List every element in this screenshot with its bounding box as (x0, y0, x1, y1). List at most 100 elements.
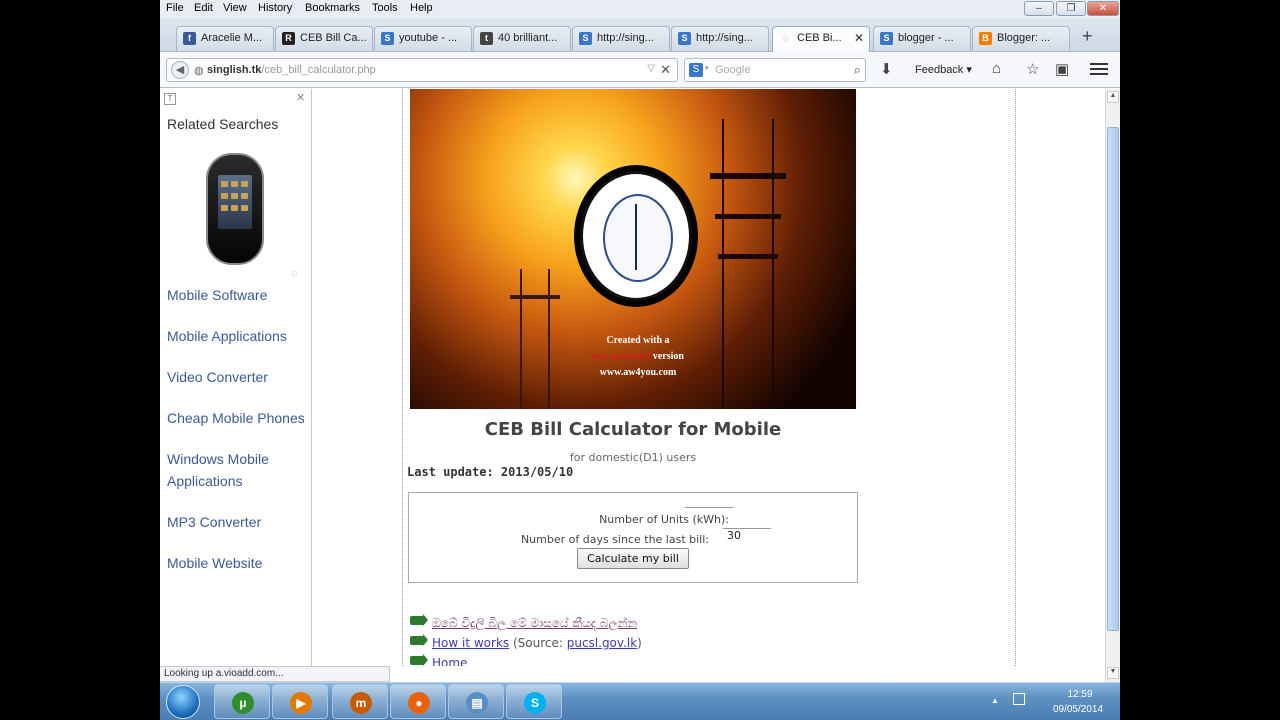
maximize-button[interactable]: ❐ (1056, 1, 1086, 16)
pylon-left (520, 269, 550, 409)
tab-40-brilliant[interactable]: t 40 brilliant... (473, 26, 571, 51)
green-arrow-icon (410, 654, 428, 666)
ceb-logo (580, 171, 692, 301)
blogger-icon: B (979, 32, 992, 45)
skype-icon: S (524, 692, 546, 714)
s-site-icon: S (880, 32, 893, 45)
close-tab-icon[interactable]: ✕ (854, 31, 864, 45)
sidebar-close-icon[interactable]: ✕ (296, 91, 305, 104)
sidebar-panel: T ✕ Related Searches □ Mobile Software M… (160, 89, 312, 666)
scroll-thumb[interactable] (1107, 127, 1119, 631)
menu-bookmarks[interactable]: Bookmarks (305, 2, 360, 14)
url-domain: singlish.tk (207, 64, 262, 76)
menu-history[interactable]: History (258, 2, 292, 14)
loading-icon: ◌ (782, 33, 789, 43)
sidebar-link-mp3-converter[interactable]: MP3 Converter (167, 511, 307, 533)
clipboard-icon[interactable]: ▣ (1055, 60, 1069, 78)
tab-blogger[interactable]: B Blogger: ... (972, 26, 1070, 51)
start-button[interactable] (166, 685, 200, 719)
sidebar-heading: Related Searches (167, 116, 279, 132)
clock-time[interactable]: 12:59 (1055, 689, 1105, 700)
media-app-icon: m (350, 692, 372, 714)
tab-http-sing-1[interactable]: S http://sing... (572, 26, 670, 51)
s-site-icon: S (579, 32, 592, 45)
days-row: Number of days since the last bill: (521, 533, 715, 546)
tab-label: http://sing... (696, 32, 753, 44)
tab-bar: f Aracelie M... R CEB Bill Ca... S youtu… (160, 18, 1120, 52)
menu-file[interactable]: File (166, 2, 184, 14)
menu-edit[interactable]: Edit (194, 2, 213, 14)
pucsl-link[interactable]: pucsl.gov.lk (567, 636, 637, 650)
site-identity-icon[interactable]: ◍ (194, 64, 204, 77)
taskbar-app-utorrent[interactable]: µ (214, 684, 270, 719)
menu-view[interactable]: View (223, 2, 247, 14)
search-bar[interactable]: S ▾ Google ⌕ (684, 58, 866, 82)
back-arrow-icon[interactable]: ◀ (171, 61, 189, 79)
units-input[interactable] (685, 507, 733, 523)
taskbar-app-firefox[interactable]: ● (390, 684, 446, 719)
sidebar-link-video-converter[interactable]: Video Converter (167, 366, 307, 388)
tab-ceb-bi-active[interactable]: ◌ CEB Bi... ✕ (772, 26, 870, 52)
list-item: ඔබේ විදුලි බිල මේ මාසයේ කීයද බලන්න (410, 614, 642, 635)
page-title: CEB Bill Calculator for Mobile (484, 419, 782, 440)
tab-label: http://sing... (597, 32, 654, 44)
days-label: Number of days since the last bill: (520, 533, 709, 546)
minimize-button[interactable]: – (1024, 1, 1054, 16)
tab-blogger-search[interactable]: S blogger - ... (873, 26, 971, 51)
page-content: Created with a non-activated version www… (312, 89, 1105, 666)
menu-tools[interactable]: Tools (372, 2, 398, 14)
s-site-icon: S (678, 32, 691, 45)
scroll-down-arrow-icon[interactable]: ▼ (1107, 667, 1119, 679)
system-tray: ▲ 12:59 09/05/2014 (985, 687, 1120, 717)
close-window-button[interactable]: ✕ (1087, 1, 1119, 16)
clock-date[interactable]: 09/05/2014 (1043, 704, 1113, 715)
tab-aracelie[interactable]: f Aracelie M... (176, 26, 274, 51)
calculate-my-bill-button[interactable]: Calculate my bill (577, 548, 689, 569)
network-icon[interactable] (1013, 693, 1025, 705)
url-bar[interactable]: ◀ ◍ singlish.tk/ceb_bill_calculator.php … (166, 58, 678, 82)
tab-ceb-bill[interactable]: R CEB Bill Ca... (275, 26, 373, 51)
search-engine-icon[interactable]: S (689, 63, 703, 77)
sidebar-link-windows-mobile-applications[interactable]: Windows Mobile Applications (167, 448, 307, 492)
source-prefix: (Source: (509, 636, 567, 650)
green-arrow-icon (410, 634, 428, 646)
vertical-scrollbar[interactable]: ▲ ▼ (1105, 89, 1120, 682)
new-tab-icon[interactable]: + (1082, 26, 1093, 47)
r-site-icon: R (282, 32, 295, 45)
stop-icon[interactable]: ✕ (660, 62, 671, 78)
menu-hamburger-icon[interactable] (1090, 60, 1108, 78)
history-dropdown-icon[interactable]: ▽ (647, 63, 655, 74)
taskbar-app-file-manager[interactable]: ▤ (448, 684, 504, 719)
days-input[interactable]: 30 (723, 528, 771, 544)
taskbar-app-media[interactable]: m (332, 684, 388, 719)
tab-youtube[interactable]: S youtube - ... (374, 26, 472, 51)
feedback-button[interactable]: Feedback ▾ (915, 63, 972, 76)
phone-image[interactable] (206, 153, 264, 265)
ad-choices-icon[interactable]: □ (292, 269, 297, 278)
how-it-works-link[interactable]: How it works (432, 636, 509, 650)
taskbar-app-skype[interactable]: S (506, 684, 562, 719)
source-suffix: ) (637, 636, 642, 650)
scroll-up-arrow-icon[interactable]: ▲ (1107, 91, 1119, 103)
sidebar-link-mobile-website[interactable]: Mobile Website (167, 552, 307, 574)
home-link[interactable]: Home (432, 656, 467, 666)
tab-http-sing-2[interactable]: S http://sing... (671, 26, 769, 51)
sidebar-link-mobile-applications[interactable]: Mobile Applications (167, 325, 307, 347)
calculator-form: Number of Units (kWh): Number of days si… (408, 492, 858, 583)
bookmark-star-icon[interactable]: ☆ (1026, 60, 1039, 78)
search-magnifier-icon[interactable]: ⌕ (854, 62, 861, 78)
show-hidden-icons-icon[interactable]: ▲ (991, 696, 999, 705)
menu-help[interactable]: Help (410, 2, 433, 14)
info-links: ඔබේ විදුලි බිල මේ මාසයේ කීයද බලන්න How i… (410, 614, 642, 666)
sidebar-link-cheap-mobile-phones[interactable]: Cheap Mobile Phones (167, 407, 307, 429)
search-engine-dropdown-icon[interactable]: ▾ (705, 64, 709, 72)
feedback-label: Feedback (915, 64, 964, 76)
home-icon[interactable]: ⌂ (992, 60, 1001, 77)
sidebar-link-mobile-software[interactable]: Mobile Software (167, 284, 307, 306)
sidebar-link-list: Mobile Software Mobile Applications Vide… (167, 284, 307, 593)
download-icon[interactable]: ⬇ (880, 60, 893, 78)
sinhala-link[interactable]: ඔබේ විදුලි බිල මේ මාසයේ කීයද බලන්න (432, 616, 637, 630)
watermark-line-1: Created with a (606, 335, 670, 346)
url-text[interactable]: singlish.tk/ceb_bill_calculator.php (207, 64, 376, 76)
taskbar-app-media-player[interactable]: ▶ (272, 684, 328, 719)
